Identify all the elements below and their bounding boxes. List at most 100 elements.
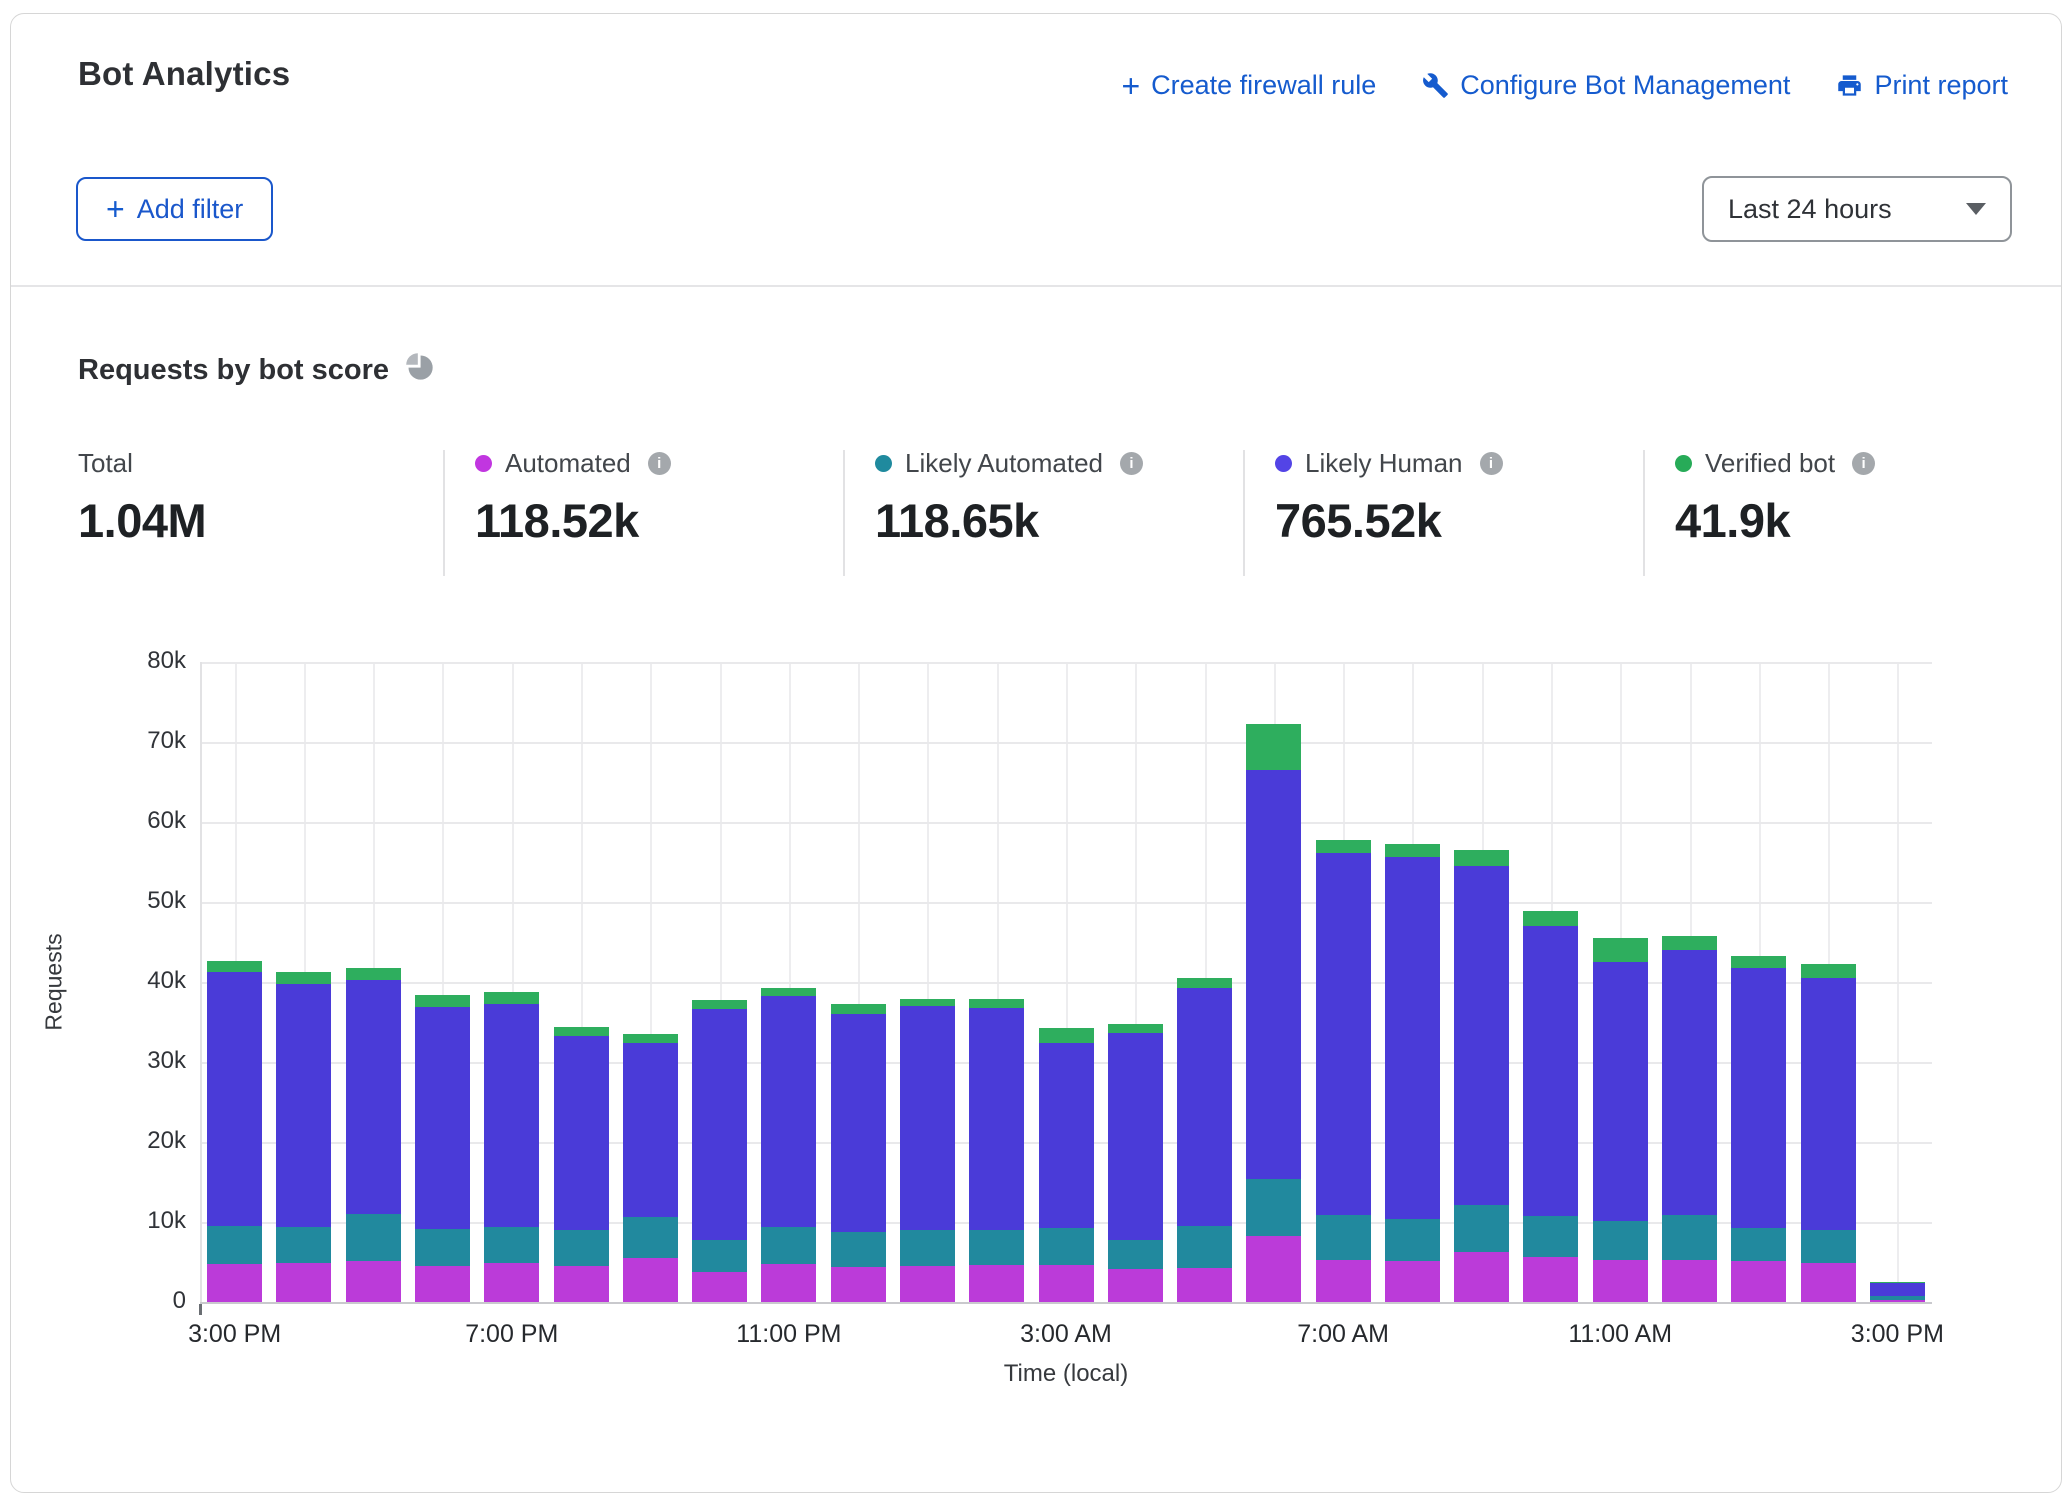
bar-segment-likely-human[interactable] xyxy=(554,1036,609,1230)
bar-segment-automated[interactable] xyxy=(969,1265,1024,1302)
bar-segment-likely-automated[interactable] xyxy=(276,1227,331,1263)
bar-segment-automated[interactable] xyxy=(900,1266,955,1302)
bar-segment-likely-human[interactable] xyxy=(969,1008,1024,1230)
bar-segment-verified-bot[interactable] xyxy=(623,1034,678,1043)
bar-segment-automated[interactable] xyxy=(1039,1265,1094,1302)
bar-segment-likely-human[interactable] xyxy=(484,1004,539,1227)
bar-segment-verified-bot[interactable] xyxy=(1454,850,1509,866)
bar-segment-verified-bot[interactable] xyxy=(1662,936,1717,950)
bar-segment-likely-automated[interactable] xyxy=(1662,1215,1717,1261)
bar-segment-automated[interactable] xyxy=(1523,1257,1578,1302)
bar-segment-verified-bot[interactable] xyxy=(969,999,1024,1008)
bar-segment-automated[interactable] xyxy=(1177,1268,1232,1302)
bar-segment-verified-bot[interactable] xyxy=(761,988,816,996)
bar-segment-verified-bot[interactable] xyxy=(276,972,331,983)
bar-segment-likely-automated[interactable] xyxy=(900,1230,955,1266)
bar-segment-automated[interactable] xyxy=(1246,1236,1301,1302)
bar-segment-likely-human[interactable] xyxy=(831,1014,886,1232)
bar-segment-likely-automated[interactable] xyxy=(831,1232,886,1266)
bar-segment-likely-automated[interactable] xyxy=(761,1227,816,1265)
bar-segment-verified-bot[interactable] xyxy=(692,1000,747,1009)
bar-segment-verified-bot[interactable] xyxy=(484,992,539,1004)
bar-segment-likely-automated[interactable] xyxy=(346,1214,401,1261)
bar-segment-automated[interactable] xyxy=(692,1272,747,1302)
bar-segment-verified-bot[interactable] xyxy=(1731,956,1786,969)
bar-segment-likely-human[interactable] xyxy=(623,1043,678,1217)
bar-segment-likely-automated[interactable] xyxy=(1039,1228,1094,1265)
bar-segment-automated[interactable] xyxy=(1870,1300,1925,1302)
bar-segment-likely-automated[interactable] xyxy=(484,1227,539,1263)
bar-segment-likely-human[interactable] xyxy=(1870,1283,1925,1297)
bar-segment-likely-automated[interactable] xyxy=(1454,1205,1509,1252)
bar-segment-likely-automated[interactable] xyxy=(1731,1228,1786,1262)
bar-segment-likely-automated[interactable] xyxy=(1246,1179,1301,1236)
bar-segment-automated[interactable] xyxy=(1731,1261,1786,1302)
bar-segment-likely-human[interactable] xyxy=(1108,1033,1163,1239)
bar-segment-likely-human[interactable] xyxy=(1316,853,1371,1215)
bar-segment-automated[interactable] xyxy=(1454,1252,1509,1302)
bar-segment-automated[interactable] xyxy=(415,1266,470,1302)
bar-segment-automated[interactable] xyxy=(1316,1260,1371,1302)
bar-segment-likely-automated[interactable] xyxy=(969,1230,1024,1265)
bar-segment-likely-human[interactable] xyxy=(1801,978,1856,1230)
bar-segment-likely-human[interactable] xyxy=(1454,866,1509,1205)
bar-segment-automated[interactable] xyxy=(1385,1261,1440,1302)
bar-segment-likely-human[interactable] xyxy=(761,996,816,1226)
bar-segment-likely-human[interactable] xyxy=(1731,968,1786,1227)
bar-segment-automated[interactable] xyxy=(346,1261,401,1302)
bar-segment-verified-bot[interactable] xyxy=(1177,978,1232,988)
bar-segment-verified-bot[interactable] xyxy=(1246,724,1301,770)
bar-segment-likely-human[interactable] xyxy=(207,972,262,1226)
bar-segment-verified-bot[interactable] xyxy=(207,961,262,972)
bar-segment-automated[interactable] xyxy=(1593,1260,1648,1302)
bar-segment-likely-human[interactable] xyxy=(1662,950,1717,1215)
bar-segment-automated[interactable] xyxy=(207,1264,262,1302)
bar-segment-likely-human[interactable] xyxy=(1593,962,1648,1221)
bar-segment-likely-automated[interactable] xyxy=(554,1230,609,1266)
bar-segment-automated[interactable] xyxy=(1662,1260,1717,1302)
bar-segment-likely-automated[interactable] xyxy=(1801,1230,1856,1263)
bar-segment-verified-bot[interactable] xyxy=(1108,1024,1163,1033)
bar-segment-automated[interactable] xyxy=(554,1266,609,1302)
bar-segment-automated[interactable] xyxy=(761,1264,816,1302)
bar-segment-likely-automated[interactable] xyxy=(207,1226,262,1264)
bar-segment-automated[interactable] xyxy=(831,1267,886,1302)
bar-segment-verified-bot[interactable] xyxy=(554,1027,609,1036)
bar-segment-likely-automated[interactable] xyxy=(1523,1216,1578,1257)
bar-segment-likely-human[interactable] xyxy=(346,980,401,1214)
bar-segment-likely-human[interactable] xyxy=(900,1006,955,1230)
bar-segment-likely-automated[interactable] xyxy=(1593,1221,1648,1259)
bar-segment-likely-human[interactable] xyxy=(276,984,331,1227)
bar-segment-verified-bot[interactable] xyxy=(900,999,955,1006)
bar-segment-automated[interactable] xyxy=(1801,1263,1856,1302)
bar-segment-likely-human[interactable] xyxy=(1246,770,1301,1179)
bar-segment-verified-bot[interactable] xyxy=(1385,844,1440,858)
bar-segment-likely-automated[interactable] xyxy=(1316,1215,1371,1260)
bar-segment-automated[interactable] xyxy=(276,1263,331,1302)
bar-segment-verified-bot[interactable] xyxy=(1523,911,1578,926)
bar-segment-verified-bot[interactable] xyxy=(1801,964,1856,978)
bar-segment-likely-human[interactable] xyxy=(1039,1043,1094,1229)
bar-segment-likely-automated[interactable] xyxy=(1870,1296,1925,1299)
bar-segment-likely-human[interactable] xyxy=(1385,857,1440,1219)
bar-segment-likely-automated[interactable] xyxy=(692,1240,747,1272)
bar-segment-automated[interactable] xyxy=(484,1263,539,1302)
bar-segment-verified-bot[interactable] xyxy=(1593,938,1648,962)
bar-segment-verified-bot[interactable] xyxy=(346,968,401,980)
bar-segment-verified-bot[interactable] xyxy=(1039,1028,1094,1042)
bar-segment-likely-human[interactable] xyxy=(1523,926,1578,1216)
bar-segment-likely-human[interactable] xyxy=(1177,988,1232,1226)
bar-segment-verified-bot[interactable] xyxy=(1316,840,1371,854)
bar-segment-verified-bot[interactable] xyxy=(415,995,470,1007)
bar-segment-likely-human[interactable] xyxy=(692,1009,747,1239)
bar-segment-verified-bot[interactable] xyxy=(831,1004,886,1014)
bar-segment-verified-bot[interactable] xyxy=(1870,1282,1925,1283)
bar-segment-automated[interactable] xyxy=(1108,1269,1163,1302)
bar-segment-likely-automated[interactable] xyxy=(1108,1240,1163,1270)
bar-segment-likely-automated[interactable] xyxy=(415,1229,470,1266)
bar-segment-likely-automated[interactable] xyxy=(1177,1226,1232,1268)
bar-segment-likely-automated[interactable] xyxy=(623,1217,678,1258)
bar-segment-likely-automated[interactable] xyxy=(1385,1219,1440,1261)
bar-segment-automated[interactable] xyxy=(623,1258,678,1302)
bar-segment-likely-human[interactable] xyxy=(415,1007,470,1229)
